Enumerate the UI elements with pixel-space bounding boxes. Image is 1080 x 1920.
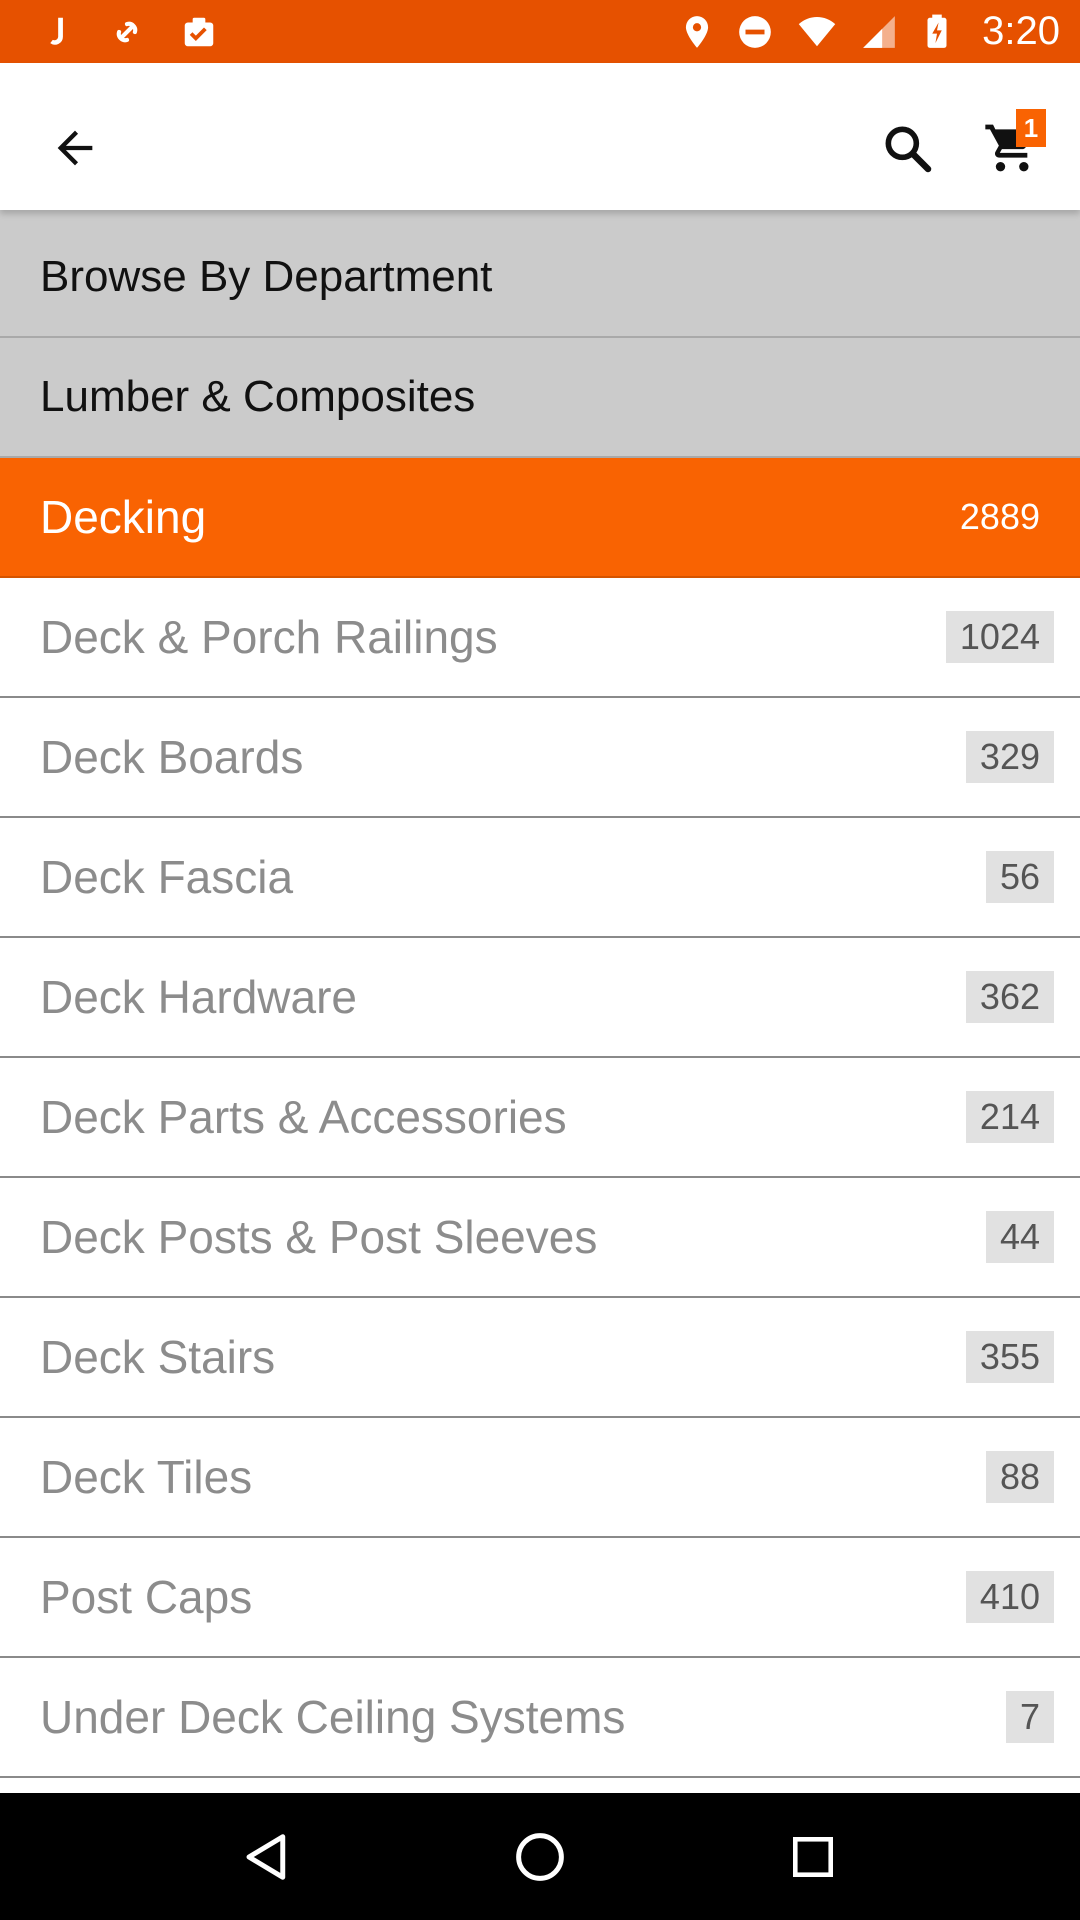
category-count-badge: 355 xyxy=(965,1331,1054,1383)
category-row[interactable]: Deck Fascia 56 xyxy=(0,818,1080,938)
category-row[interactable]: Deck & Porch Railings 1024 xyxy=(0,578,1080,698)
cell-signal-icon xyxy=(863,15,895,48)
nav-home-icon xyxy=(516,1832,564,1881)
nav-back-icon xyxy=(246,1833,285,1880)
category-label: Post Caps xyxy=(40,1571,253,1623)
selected-category-label: Decking xyxy=(40,491,207,543)
category-label: Under Deck Ceiling Systems xyxy=(40,1691,626,1743)
search-icon xyxy=(885,126,932,173)
nav-back-button[interactable] xyxy=(217,1807,317,1907)
back-button[interactable] xyxy=(30,103,120,193)
cart-count-badge: 1 xyxy=(1016,109,1046,147)
wifi-icon xyxy=(798,16,836,46)
category-row[interactable]: Deck Parts & Accessories 214 xyxy=(0,1058,1080,1178)
category-count-badge: 7 xyxy=(1005,1691,1054,1743)
category-row[interactable]: Deck Boards 329 xyxy=(0,698,1080,818)
status-bar: 3:20 xyxy=(0,0,1080,63)
status-left-icons xyxy=(36,13,218,51)
status-time: 3:20 xyxy=(982,9,1060,53)
system-nav-bar xyxy=(0,1793,1080,1920)
category-label: Deck Parts & Accessories xyxy=(40,1091,567,1143)
do-not-disturb-icon xyxy=(739,15,771,48)
category-row[interactable]: Deck Tiles 88 xyxy=(0,1418,1080,1538)
category-label: Deck Boards xyxy=(40,731,304,783)
category-label: Deck & Porch Railings xyxy=(40,611,498,663)
clipboard-check-icon xyxy=(184,17,214,46)
category-label: Deck Tiles xyxy=(40,1451,253,1503)
category-row[interactable]: Deck Hardware 362 xyxy=(0,938,1080,1058)
breadcrumb-label: Browse By Department xyxy=(40,252,493,301)
department-list: Browse By Department Lumber & Composites… xyxy=(0,210,1080,1778)
category-count-badge: 88 xyxy=(985,1451,1054,1503)
category-row[interactable]: Deck Posts & Post Sleeves 44 xyxy=(0,1178,1080,1298)
nav-recents-button[interactable] xyxy=(763,1807,863,1907)
search-button[interactable] xyxy=(862,103,952,193)
category-label: Deck Stairs xyxy=(40,1331,276,1383)
breadcrumb-browse-by-department[interactable]: Browse By Department xyxy=(0,210,1080,338)
breadcrumb-label: Lumber & Composites xyxy=(40,372,476,421)
category-count-badge: 329 xyxy=(965,731,1054,783)
battery-charging-icon xyxy=(927,14,947,48)
link-app-icon xyxy=(116,21,138,42)
category-count-badge: 56 xyxy=(985,851,1054,903)
category-count-badge: 362 xyxy=(965,971,1054,1023)
category-row[interactable]: Post Caps 410 xyxy=(0,1538,1080,1658)
nav-recents-icon xyxy=(793,1836,834,1877)
category-count-badge: 1024 xyxy=(945,611,1054,663)
j-app-icon xyxy=(50,17,63,45)
category-row[interactable]: Deck Stairs 355 xyxy=(0,1298,1080,1418)
category-label: Deck Hardware xyxy=(40,971,357,1023)
category-count-badge: 214 xyxy=(965,1091,1054,1143)
location-icon xyxy=(686,15,709,48)
breadcrumb-lumber-composites[interactable]: Lumber & Composites xyxy=(0,338,1080,458)
category-label: Deck Fascia xyxy=(40,851,294,903)
category-label: Deck Posts & Post Sleeves xyxy=(40,1211,598,1263)
category-count-badge: 44 xyxy=(985,1211,1054,1263)
arrow-back-icon xyxy=(57,130,93,166)
category-count-badge: 410 xyxy=(965,1571,1054,1623)
selected-category-decking[interactable]: Decking 2889 xyxy=(0,458,1080,578)
app-bar: 1 xyxy=(0,63,1080,210)
status-right-icons: 3:20 xyxy=(678,9,1060,54)
nav-home-button[interactable] xyxy=(490,1807,590,1907)
selected-category-count: 2889 xyxy=(959,496,1040,537)
cart-button[interactable]: 1 xyxy=(966,103,1056,193)
category-row[interactable]: Under Deck Ceiling Systems 7 xyxy=(0,1658,1080,1778)
